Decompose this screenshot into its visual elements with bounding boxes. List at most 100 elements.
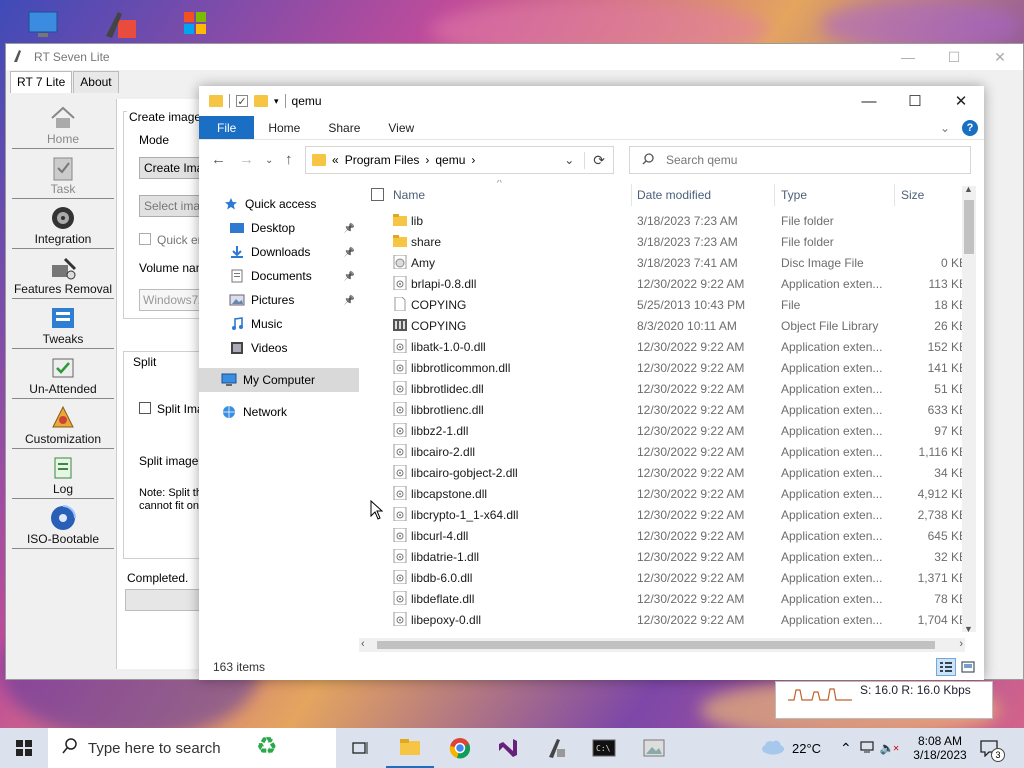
- rt-nav-integration[interactable]: Integration: [12, 199, 114, 249]
- explorer-maximize-button[interactable]: ☐: [892, 86, 938, 116]
- explorer-close-button[interactable]: ✕: [938, 86, 984, 116]
- address-bar[interactable]: « Program Files › qemu › ⌄ ⟳: [305, 146, 614, 174]
- scroll-down-icon[interactable]: ▼: [964, 624, 973, 634]
- tray-chevron-icon[interactable]: ⌃: [840, 740, 852, 757]
- pin-icon[interactable]: 📌: [344, 271, 355, 282]
- rt-nav-log[interactable]: Log: [12, 449, 114, 499]
- file-row[interactable]: libbrotlicommon.dll 12/30/2022 9:22 AM App…: [359, 357, 969, 378]
- horizontal-scroll-thumb[interactable]: [377, 641, 935, 649]
- rt-maximize-button[interactable]: ☐: [931, 44, 977, 70]
- file-row[interactable]: libbz2-1.dll 12/30/2022 9:22 AM Applicatio…: [359, 420, 969, 441]
- image-viewer-icon[interactable]: [630, 728, 678, 768]
- file-row[interactable]: share 3/18/2023 7:23 AM File folder: [359, 231, 969, 252]
- new-folder-icon[interactable]: [254, 95, 268, 107]
- vertical-scrollbar[interactable]: ▲ ▼: [962, 184, 976, 634]
- tab-about[interactable]: About: [73, 71, 119, 93]
- nav-item-music[interactable]: Music: [199, 312, 359, 336]
- forward-arrow-icon[interactable]: →: [239, 151, 254, 168]
- details-view-icon[interactable]: [936, 658, 956, 676]
- command-prompt-icon[interactable]: C:\: [580, 728, 628, 768]
- file-explorer-taskbar-icon[interactable]: [386, 728, 434, 768]
- pin-icon[interactable]: 📌: [344, 223, 355, 234]
- desktop-program-icon[interactable]: [100, 6, 138, 44]
- weather-widget[interactable]: 22°C: [760, 728, 821, 768]
- file-row[interactable]: COPYING 8/3/2020 10:11 AM Object File Libr…: [359, 315, 969, 336]
- breadcrumb-separator-icon[interactable]: ›: [471, 153, 475, 167]
- file-row[interactable]: libcurl-4.dll 12/30/2022 9:22 AM Applicati…: [359, 525, 969, 546]
- back-arrow-icon[interactable]: ←: [211, 151, 226, 168]
- column-size[interactable]: Size: [901, 188, 924, 202]
- large-icons-view-icon[interactable]: [958, 658, 978, 676]
- properties-check-icon[interactable]: ✓: [236, 95, 248, 108]
- file-row[interactable]: libbrotlienc.dll 12/30/2022 9:22 AM Applic…: [359, 399, 969, 420]
- rt-minimize-button[interactable]: —: [885, 44, 931, 70]
- ribbon-tab-view[interactable]: View: [374, 116, 428, 139]
- address-dropdown-icon[interactable]: ⌄: [564, 153, 574, 167]
- split-image-checkbox[interactable]: [139, 402, 151, 414]
- nav-item-desktop[interactable]: Desktop 📌: [199, 216, 359, 240]
- quick-checkbox[interactable]: [139, 233, 151, 245]
- breadcrumb-qemu[interactable]: qemu: [435, 153, 465, 167]
- file-row[interactable]: Amy 3/18/2023 7:41 AM Disc Image File 0 KB: [359, 252, 969, 273]
- rt-nav-task[interactable]: Task: [12, 149, 114, 199]
- windows-start-icon[interactable]: [0, 728, 48, 768]
- chrome-icon[interactable]: [436, 728, 484, 768]
- file-row[interactable]: lib 3/18/2023 7:23 AM File folder: [359, 210, 969, 231]
- search-box[interactable]: Search qemu: [629, 146, 971, 174]
- rt-nav-un-attended[interactable]: Un-Attended: [12, 349, 114, 399]
- file-row[interactable]: libatk-1.0-0.dll 12/30/2022 9:22 AM Applic…: [359, 336, 969, 357]
- file-row[interactable]: libdeflate.dll 12/30/2022 9:22 AM Applicat…: [359, 588, 969, 609]
- notification-center-icon[interactable]: 3: [980, 728, 1005, 768]
- quick-access-dropdown-icon[interactable]: ▾: [274, 96, 279, 107]
- horizontal-scrollbar[interactable]: ‹ ›: [359, 638, 965, 652]
- clock[interactable]: 8:08 AM 3/18/2023: [912, 728, 968, 768]
- ribbon-tab-share[interactable]: Share: [314, 116, 374, 139]
- rt-title-bar[interactable]: RT Seven Lite: [6, 44, 1023, 70]
- breadcrumb-prefix[interactable]: «: [332, 153, 339, 167]
- visual-studio-icon[interactable]: [484, 728, 532, 768]
- ribbon-expand-icon[interactable]: ⌄: [934, 116, 956, 139]
- nav-item-videos[interactable]: Videos: [199, 336, 359, 360]
- nav-item-documents[interactable]: Documents 📌: [199, 264, 359, 288]
- refresh-icon[interactable]: ⟳: [584, 151, 613, 169]
- file-row[interactable]: libbrotlidec.dll 12/30/2022 9:22 AM Applic…: [359, 378, 969, 399]
- desktop-computer-icon[interactable]: [24, 6, 62, 44]
- file-row[interactable]: libepoxy-0.dll 12/30/2022 9:22 AM Applicat…: [359, 609, 969, 630]
- help-icon[interactable]: ?: [956, 116, 984, 139]
- up-arrow-icon[interactable]: ↑: [285, 151, 293, 168]
- file-row[interactable]: libdatrie-1.dll 12/30/2022 9:22 AM Applica…: [359, 546, 969, 567]
- nav-item-pictures[interactable]: Pictures 📌: [199, 288, 359, 312]
- select-all-checkbox[interactable]: [371, 188, 384, 201]
- pin-icon[interactable]: 📌: [344, 295, 355, 306]
- column-date-modified[interactable]: Date modified: [637, 188, 711, 202]
- file-row[interactable]: libcairo-2.dll 12/30/2022 9:22 AM Applicat…: [359, 441, 969, 462]
- explorer-minimize-button[interactable]: —: [846, 86, 892, 116]
- nav-item-downloads[interactable]: Downloads 📌: [199, 240, 359, 264]
- rt-nav-iso-bootable[interactable]: ISO-Bootable: [12, 499, 114, 549]
- rt-nav-features-removal[interactable]: Features Removal: [12, 249, 114, 299]
- scroll-right-icon[interactable]: ›: [959, 638, 963, 650]
- file-row[interactable]: brlapi-0.8.dll 12/30/2022 9:22 AM Applicat…: [359, 273, 969, 294]
- nav-item-my-computer[interactable]: My Computer: [199, 368, 359, 392]
- taskbar-search-box[interactable]: Type here to search ♻: [48, 728, 336, 768]
- rt-seven-lite-taskbar-icon[interactable]: [532, 728, 580, 768]
- column-name[interactable]: Name: [393, 188, 425, 202]
- nav-item-network[interactable]: Network: [199, 400, 359, 424]
- rt-nav-tweaks[interactable]: Tweaks: [12, 299, 114, 349]
- file-row[interactable]: libcrypto-1_1-x64.dll 12/30/2022 9:22 AM A…: [359, 504, 969, 525]
- file-row[interactable]: COPYING 5/25/2013 10:43 PM File 18 KB: [359, 294, 969, 315]
- rt-close-button[interactable]: ✕: [977, 44, 1023, 70]
- ribbon-tab-file[interactable]: File: [199, 116, 255, 139]
- vertical-scroll-thumb[interactable]: [964, 200, 974, 254]
- breadcrumb-program-files[interactable]: Program Files: [345, 153, 420, 167]
- file-row[interactable]: libdb-6.0.dll 12/30/2022 9:22 AM Applicati…: [359, 567, 969, 588]
- column-type[interactable]: Type: [781, 188, 807, 202]
- nav-item-quick-access[interactable]: Quick access: [199, 192, 359, 216]
- scroll-left-icon[interactable]: ‹: [361, 638, 365, 650]
- tab-rt7lite[interactable]: RT 7 Lite: [10, 71, 73, 93]
- rt-nav-home[interactable]: Home: [12, 99, 114, 149]
- recent-locations-icon[interactable]: ⌄: [265, 155, 273, 166]
- network-tray-icon[interactable]: [860, 740, 874, 756]
- task-view-icon[interactable]: [336, 728, 384, 768]
- rt-nav-customization[interactable]: Customization: [12, 399, 114, 449]
